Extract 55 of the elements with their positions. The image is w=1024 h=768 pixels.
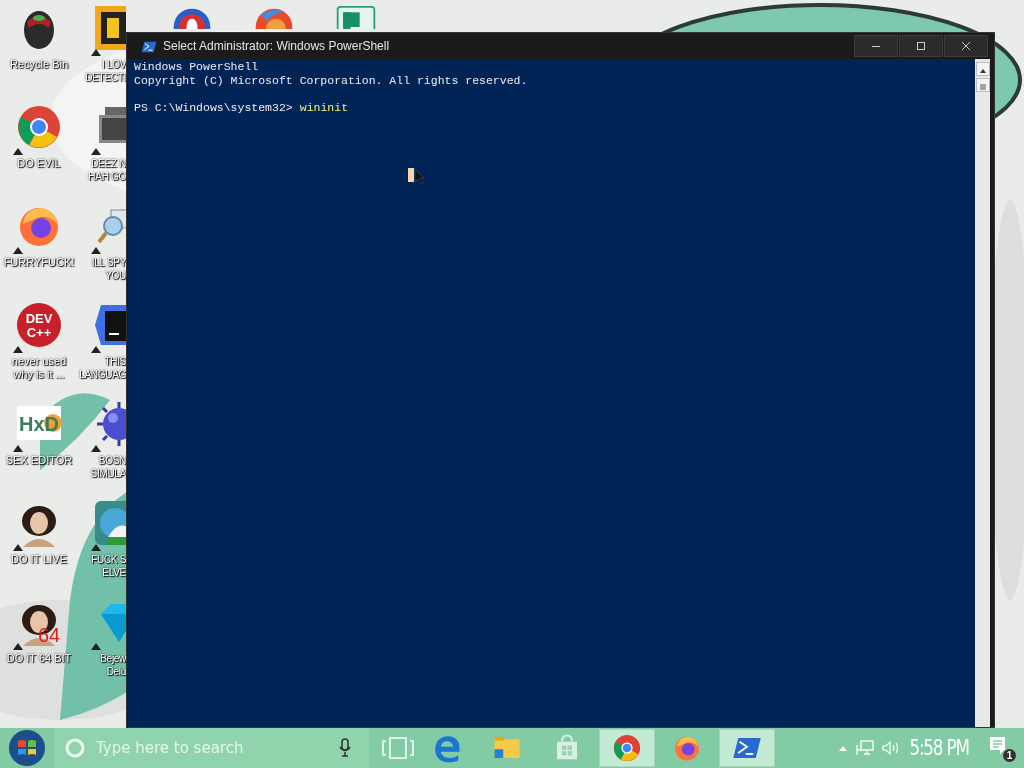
volume-icon[interactable] bbox=[881, 741, 900, 755]
network-icon[interactable] bbox=[855, 740, 874, 756]
icon-label[interactable]: DO IT LIVE bbox=[1, 553, 77, 566]
maximize-button[interactable] bbox=[899, 35, 943, 57]
icon-label[interactable]: BOSN SIMULA bbox=[90, 454, 126, 480]
show-hidden-icons-icon[interactable] bbox=[837, 744, 848, 752]
console-line: Windows PowerShell bbox=[134, 60, 260, 74]
window-title: Select Administrator: Windows PowerShell bbox=[163, 39, 390, 53]
shortcut-arrow-icon bbox=[91, 346, 101, 353]
shortcut-arrow-icon bbox=[91, 49, 101, 56]
icon-label[interactable]: ILL SPY YOU bbox=[91, 256, 126, 282]
shortcut-arrow-icon bbox=[13, 148, 23, 155]
shortcut-arrow-icon bbox=[13, 544, 23, 551]
console-command: wininit bbox=[299, 101, 349, 115]
icon-label[interactable]: THIS LANGUAG bbox=[79, 355, 126, 381]
shortcut-arrow-icon bbox=[13, 445, 23, 452]
dev-cpp-icon: DEV C++ bbox=[15, 301, 63, 349]
icon-label[interactable]: never used why is it ... bbox=[1, 355, 77, 381]
taskbar-app-button[interactable] bbox=[719, 729, 775, 767]
scroll-thumb[interactable] bbox=[975, 78, 990, 92]
shortcut-arrow-icon bbox=[91, 643, 101, 650]
elf-game-icon bbox=[93, 499, 126, 547]
shortcut-arrow-icon bbox=[91, 445, 101, 452]
icon-label[interactable]: DO IT 64 BIT bbox=[1, 652, 77, 665]
console-prompt: PS C:\Windows\system32> bbox=[134, 101, 293, 115]
shortcut-arrow-icon bbox=[91, 148, 101, 155]
shortcut-arrow-icon bbox=[91, 247, 101, 254]
chrome-icon bbox=[15, 103, 63, 151]
maximize-icon bbox=[916, 41, 926, 51]
publisher-icon bbox=[334, 5, 378, 29]
chrome-icon bbox=[612, 733, 642, 763]
notification-icon[interactable] bbox=[988, 735, 1008, 755]
shortcut-arrow-icon bbox=[13, 346, 23, 353]
icon-label[interactable]: Recycle Bin bbox=[1, 58, 77, 71]
edge-icon bbox=[432, 733, 462, 763]
close-icon bbox=[961, 41, 971, 51]
task-view-icon[interactable] bbox=[381, 736, 415, 760]
taskbar-app-button[interactable] bbox=[599, 729, 655, 767]
powershell-icon bbox=[141, 39, 157, 53]
cortana-circle-icon bbox=[64, 737, 86, 759]
icon-label[interactable]: FURRYFUCK! bbox=[1, 256, 77, 269]
search-field[interactable]: Type here to search bbox=[94, 738, 338, 758]
search-box[interactable]: Type here to search bbox=[54, 728, 369, 768]
microphone-icon[interactable] bbox=[338, 738, 352, 758]
shortcut-arrow-icon bbox=[91, 544, 101, 551]
scrollbar[interactable] bbox=[975, 59, 990, 727]
icon-label[interactable]: I LOV DETECTI bbox=[85, 58, 126, 84]
start-button[interactable] bbox=[8, 729, 46, 767]
notification-count: 1 bbox=[1003, 749, 1016, 762]
console-line: Copyright (C) Microsoft Corporation. All rights reserved. bbox=[134, 74, 529, 88]
shortcut-arrow-icon bbox=[13, 247, 23, 254]
shortcut-arrow-icon bbox=[13, 643, 23, 650]
icon-label[interactable]: DO EVIL bbox=[1, 157, 77, 170]
icon-label[interactable]: SEX EDITOR bbox=[1, 454, 77, 467]
scroll-up-button[interactable] bbox=[975, 62, 990, 76]
